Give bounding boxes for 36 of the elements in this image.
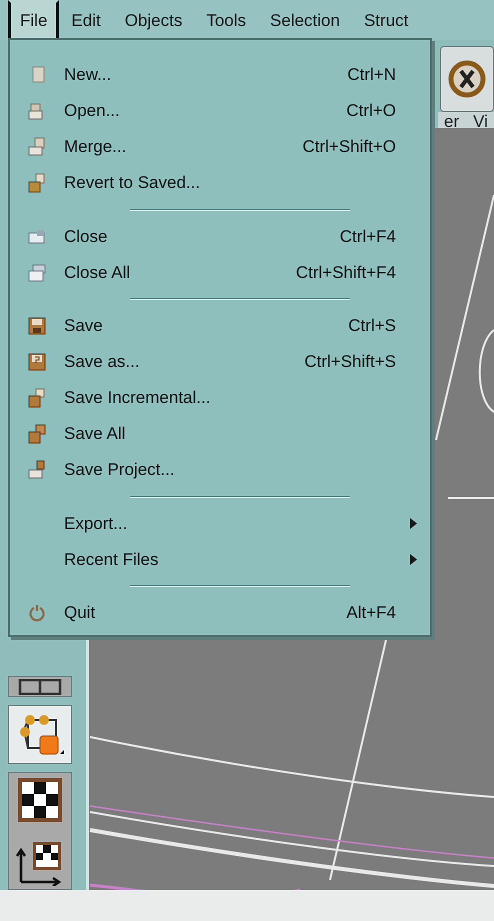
texture-mode-icon[interactable] xyxy=(16,776,64,824)
menu-item[interactable]: Save Incremental... xyxy=(10,380,430,416)
menu-item[interactable]: Merge... Ctrl+Shift+O xyxy=(10,129,430,165)
menu-item[interactable]: Save as... Ctrl+Shift+S xyxy=(10,344,430,380)
toolbar-button[interactable] xyxy=(440,46,494,112)
floppy-disk-stack-icon xyxy=(28,424,46,444)
menu-bar-item[interactable]: Objects xyxy=(112,0,194,40)
menu-item[interactable]: New... Ctrl+N xyxy=(10,57,430,93)
window-stack-icon xyxy=(28,262,46,282)
menu-item[interactable]: Save Ctrl+S xyxy=(10,308,430,344)
toolbar-button[interactable] xyxy=(8,705,72,764)
viewport-menu-item[interactable]: Vi xyxy=(473,112,488,132)
ring-icon xyxy=(447,59,487,99)
menu-bar-item[interactable]: Selection xyxy=(258,0,352,40)
toolbar-button[interactable] xyxy=(8,676,72,698)
menu-item[interactable]: Revert to Saved... xyxy=(10,165,430,201)
menu-item[interactable]: Open... Ctrl+O xyxy=(10,93,430,129)
menu-item[interactable]: Save Project... xyxy=(10,452,430,488)
wireframe-line xyxy=(448,497,494,499)
menu-bar-item[interactable]: Tools xyxy=(194,0,258,40)
folder-icon xyxy=(28,137,46,157)
menu-item[interactable]: Save All xyxy=(10,416,430,452)
layout-icon xyxy=(18,678,62,695)
menu-bar-item[interactable]: Edit xyxy=(59,0,113,40)
menu-item[interactable]: Quit Alt+F4 xyxy=(10,595,430,631)
floppy-disk-icon xyxy=(28,388,46,408)
menu-bar-item[interactable]: Struct xyxy=(352,0,420,40)
menu-item[interactable]: Close All Ctrl+Shift+F4 xyxy=(10,254,430,290)
viewport-menu-item[interactable]: er xyxy=(444,112,460,132)
menu-item[interactable]: Recent Files xyxy=(10,542,430,578)
folder-icon xyxy=(28,460,46,480)
menu-item[interactable]: Export... xyxy=(10,506,430,542)
menu-bar-item[interactable]: File xyxy=(8,0,60,41)
power-icon xyxy=(28,603,46,623)
menu-item[interactable]: Close Ctrl+F4 xyxy=(10,218,430,254)
document-stack-icon xyxy=(28,173,46,193)
